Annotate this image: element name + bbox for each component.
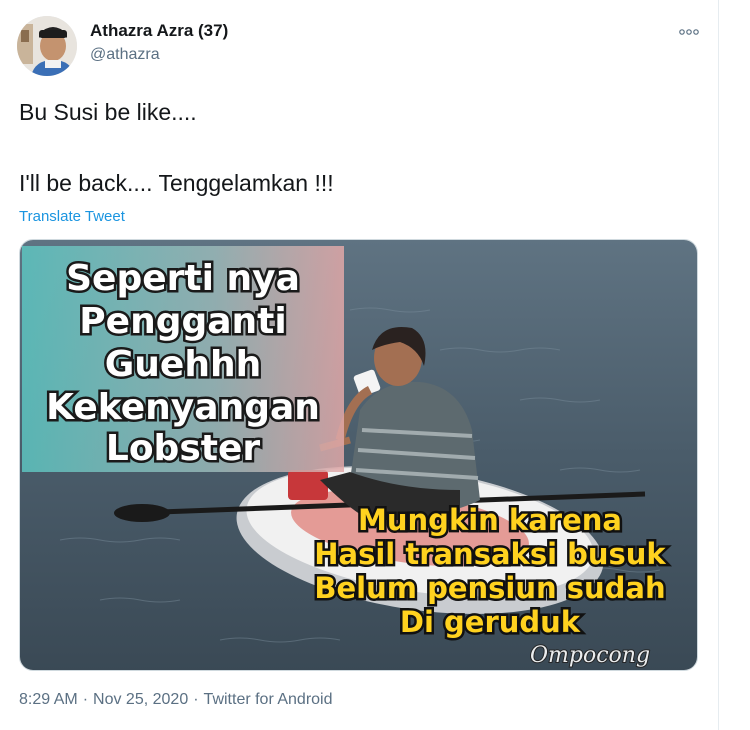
author-handle[interactable]: @athazra	[90, 46, 160, 64]
author-name[interactable]: Athazra Azra (37)	[90, 21, 228, 41]
caption-top-line: Kekenyangan	[46, 387, 320, 428]
watermark-text: Ompocong	[530, 643, 650, 668]
caption-bottom-line: Di geruduk	[400, 605, 581, 639]
tweet-source[interactable]: Twitter for Android	[204, 691, 333, 709]
caption-top-line: Pengganti	[79, 301, 286, 342]
tweet-card: Athazra Azra (37) @athazra Bu Susi be li…	[0, 0, 719, 730]
tweet-text-line-1: Bu Susi be like....	[19, 99, 197, 125]
meta-separator: ·	[82, 691, 89, 708]
avatar-image	[17, 16, 77, 76]
tweet-date[interactable]: Nov 25, 2020	[93, 691, 188, 709]
tweet-meta: 8:29 AM · Nov 25, 2020 · Twitter for Android	[19, 691, 333, 709]
caption-bottom-line: Belum pensiun sudah	[314, 571, 665, 605]
caption-top-line: Guehhh	[105, 344, 261, 385]
tweet-text-line-2: I'll be back.... Tenggelamkan !!!	[19, 170, 334, 196]
translate-tweet-link[interactable]: Translate Tweet	[19, 208, 125, 225]
caption-top-line: Lobster	[106, 428, 260, 469]
avatar[interactable]	[17, 16, 77, 76]
tweet-time[interactable]: 8:29 AM	[19, 691, 78, 709]
caption-bottom-line: Mungkin karena	[358, 503, 622, 537]
more-options-icon[interactable]	[678, 22, 700, 42]
caption-bottom-line: Hasil transaksi busuk	[314, 537, 666, 571]
meta-separator: ·	[193, 691, 199, 708]
tweet-media-image[interactable]: Seperti nya Pengganti Guehhh Kekenyangan…	[19, 239, 698, 671]
caption-top-line: Seperti nya	[66, 258, 300, 299]
